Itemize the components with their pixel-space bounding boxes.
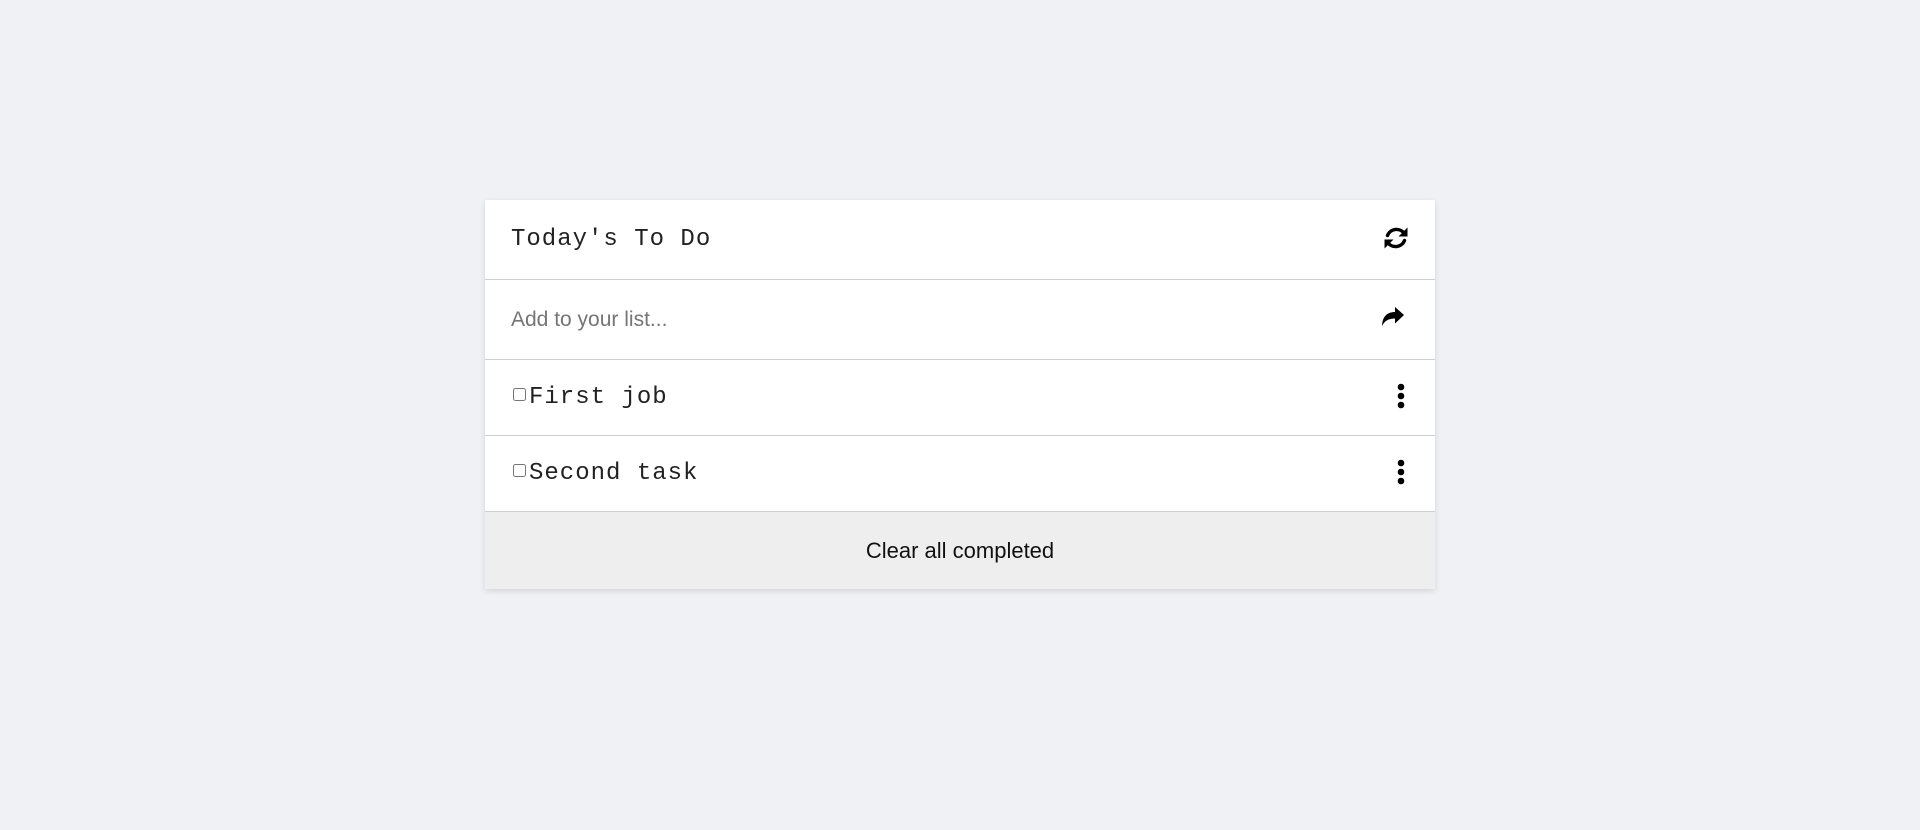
task-row: First job [485, 360, 1435, 436]
task-row: Second task [485, 436, 1435, 512]
task-label: Second task [529, 460, 699, 487]
share-arrow-icon [1381, 307, 1405, 332]
todo-header: Today's To Do [485, 200, 1435, 280]
clear-completed-button[interactable]: Clear all completed [485, 512, 1435, 589]
vertical-ellipsis-icon [1397, 383, 1405, 412]
refresh-button[interactable] [1383, 225, 1409, 254]
task-menu-button[interactable] [1397, 459, 1405, 488]
refresh-icon [1383, 225, 1409, 254]
vertical-ellipsis-icon [1397, 459, 1405, 488]
task-label: First job [529, 384, 668, 411]
task-menu-button[interactable] [1397, 383, 1405, 412]
task-left: First job [511, 384, 668, 411]
task-checkbox[interactable] [513, 388, 526, 401]
clear-completed-label: Clear all completed [865, 537, 1055, 563]
todo-card: Today's To Do First job [485, 200, 1435, 589]
add-task-submit-button[interactable] [1381, 307, 1405, 332]
page-title: Today's To Do [511, 226, 712, 253]
add-task-input[interactable] [511, 307, 1381, 332]
add-task-form [485, 280, 1435, 360]
task-left: Second task [511, 460, 698, 487]
task-checkbox[interactable] [513, 464, 526, 477]
